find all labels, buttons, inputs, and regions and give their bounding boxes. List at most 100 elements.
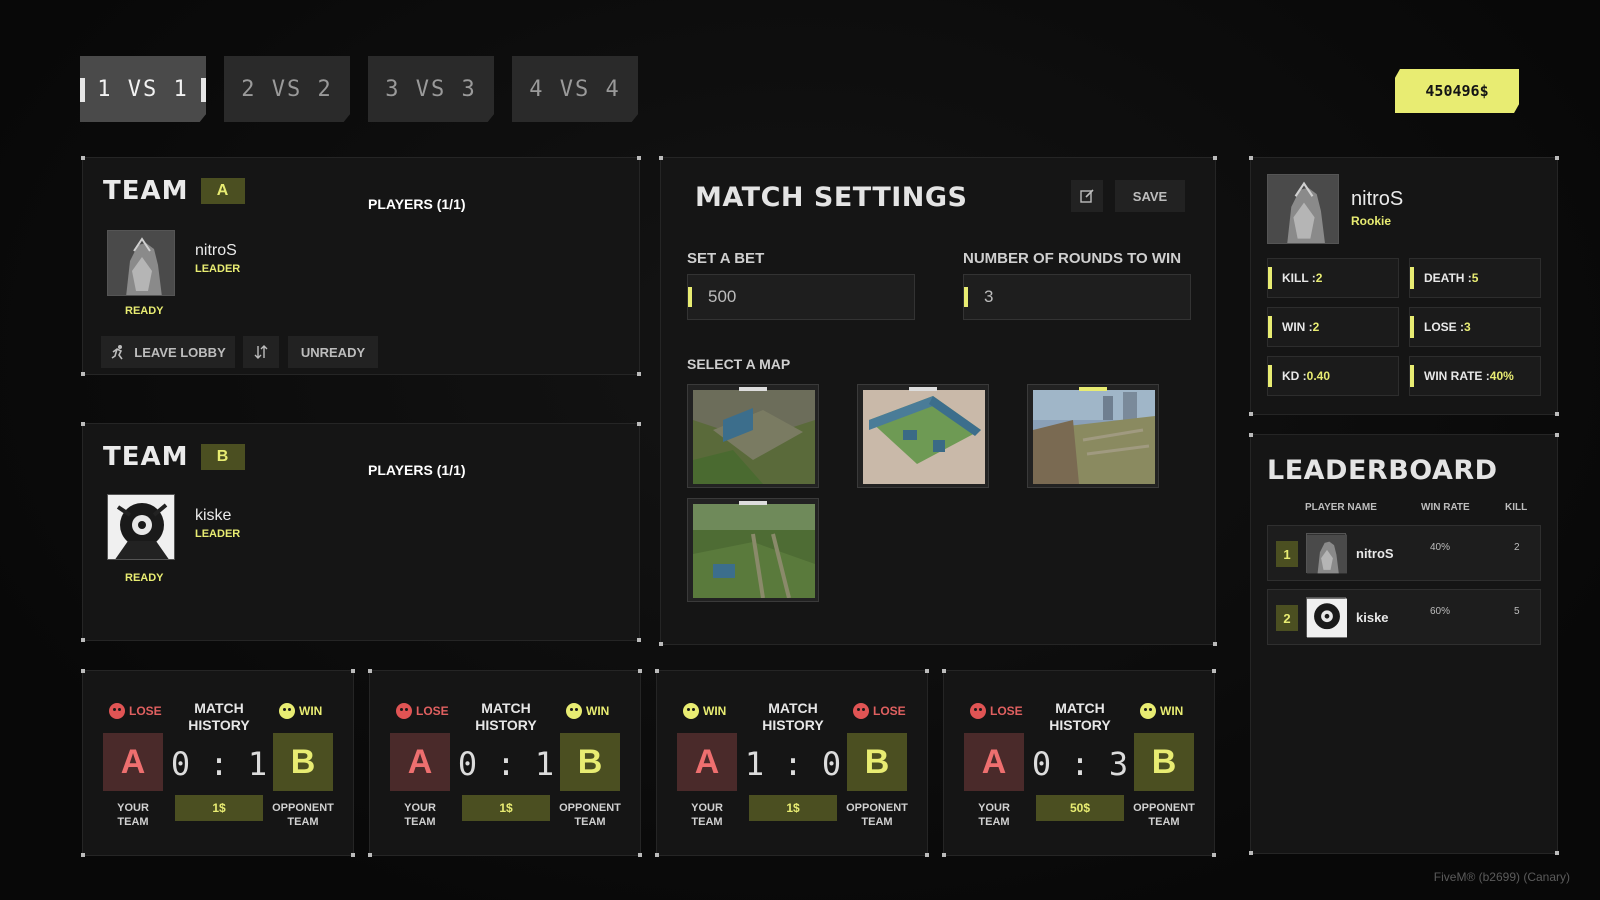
match-score: 1 : 0 bbox=[744, 745, 842, 783]
match-history-title: MATCH HISTORY bbox=[475, 700, 537, 733]
bet-input[interactable]: 500 bbox=[687, 274, 915, 320]
team-a-box: A bbox=[677, 733, 737, 791]
leaderboard-rank: 2 bbox=[1276, 605, 1298, 631]
result-right: LOSE bbox=[853, 703, 906, 719]
happy-face-icon bbox=[683, 703, 699, 719]
your-team-label: YOUR TEAM bbox=[404, 802, 436, 828]
leave-lobby-label: LEAVE LOBBY bbox=[134, 344, 226, 360]
map-option-1[interactable] bbox=[687, 384, 819, 488]
opponent-team-label: OPPONENT TEAM bbox=[272, 802, 334, 828]
stat-win: WIN : 2 bbox=[1267, 307, 1399, 347]
team-b-player-role: LEADER bbox=[195, 528, 241, 540]
leaderboard-header-rate: WIN RATE bbox=[1421, 502, 1470, 513]
happy-face-icon bbox=[566, 703, 582, 719]
map-option-2[interactable] bbox=[857, 384, 989, 488]
rounds-input[interactable]: 3 bbox=[963, 274, 1191, 320]
mode-tab-2v2[interactable]: 2 VS 2 bbox=[224, 56, 350, 122]
team-b-badge: B bbox=[200, 444, 245, 470]
mode-tab-4v4[interactable]: 4 VS 4 bbox=[512, 56, 638, 122]
match-score: 0 : 3 bbox=[1031, 745, 1129, 783]
leaderboard-kill: 5 bbox=[1514, 606, 1520, 617]
team-a-box: A bbox=[964, 733, 1024, 791]
result-left: LOSE bbox=[970, 703, 1023, 719]
leaderboard-rank: 1 bbox=[1276, 541, 1298, 567]
mode-tab-3v3[interactable]: 3 VS 3 bbox=[368, 56, 494, 122]
team-a-ready-status: READY bbox=[125, 305, 164, 317]
leaderboard-win-rate: 40% bbox=[1430, 542, 1451, 553]
team-a-badge: A bbox=[200, 178, 245, 204]
team-b-box: B bbox=[1134, 733, 1194, 791]
happy-face-icon bbox=[279, 703, 295, 719]
stat-lose: LOSE : 3 bbox=[1409, 307, 1541, 347]
match-history-card: WIN MATCH HISTORY LOSE A 1 : 0 B 1$ YOUR T… bbox=[655, 669, 929, 857]
avatar bbox=[107, 494, 175, 560]
leaderboard-header-name: PLAYER NAME bbox=[1305, 502, 1377, 513]
match-settings-title: MATCH SETTINGS bbox=[695, 182, 968, 213]
stat-win-rate: WIN RATE : 40% bbox=[1409, 356, 1541, 396]
result-right: WIN bbox=[566, 703, 609, 719]
rounds-label: NUMBER OF ROUNDS TO WIN bbox=[963, 250, 1182, 267]
happy-face-icon bbox=[1140, 703, 1156, 719]
stat-kd: KD : 0.40 bbox=[1267, 356, 1399, 396]
save-button[interactable]: SAVE bbox=[1115, 180, 1185, 212]
team-a-player-name: nitroS bbox=[195, 242, 237, 259]
leaderboard-player-name: kiske bbox=[1356, 610, 1389, 625]
sad-face-icon bbox=[853, 703, 869, 719]
profile-rank: Rookie bbox=[1351, 214, 1392, 228]
stat-death: DEATH : 5 bbox=[1409, 258, 1541, 298]
profile-name: nitroS bbox=[1351, 188, 1404, 210]
map-label: SELECT A MAP bbox=[687, 356, 791, 372]
match-settings-panel: MATCH SETTINGS SAVE SET A BET 500 NUMBER… bbox=[659, 156, 1217, 646]
mode-tab-1v1[interactable]: 1 VS 1 bbox=[80, 56, 206, 122]
avatar bbox=[1267, 174, 1339, 244]
team-a-box: A bbox=[103, 733, 163, 791]
match-history-title: MATCH HISTORY bbox=[1049, 700, 1111, 733]
team-b-players-count: PLAYERS (1/1) bbox=[368, 462, 466, 478]
profile-panel: nitroS Rookie KILL : 2 DEATH : 5 WIN : 2… bbox=[1249, 156, 1559, 416]
match-bet: 1$ bbox=[749, 795, 837, 821]
match-score: 0 : 1 bbox=[457, 745, 555, 783]
leave-lobby-button[interactable]: LEAVE LOBBY bbox=[101, 336, 235, 368]
balance-badge: 450496$ bbox=[1395, 69, 1519, 113]
result-right: WIN bbox=[279, 703, 322, 719]
match-bet: 1$ bbox=[175, 795, 263, 821]
opponent-team-label: OPPONENT TEAM bbox=[559, 802, 621, 828]
team-a-title: TEAM bbox=[103, 176, 189, 206]
team-b-panel: TEAM B PLAYERS (1/1) kiske LEADER READY bbox=[81, 422, 641, 642]
result-right-label: WIN bbox=[299, 704, 323, 718]
table-row[interactable]: 2 kiske 60% 5 bbox=[1267, 589, 1541, 645]
leaderboard-kill: 2 bbox=[1514, 542, 1520, 553]
match-history-card: LOSE MATCH HISTORY WIN A 0 : 3 B 50$ YOUR… bbox=[942, 669, 1216, 857]
leaderboard-player-name: nitroS bbox=[1356, 546, 1394, 561]
team-b-box: B bbox=[847, 733, 907, 791]
your-team-label: YOUR TEAM bbox=[691, 802, 723, 828]
match-history-card: LOSE MATCH HISTORY WIN A 0 : 1 B 1$ YOUR T… bbox=[368, 669, 642, 857]
sad-face-icon bbox=[396, 703, 412, 719]
fivem-version-label: FiveM® (b2699) (Canary) bbox=[1433, 870, 1570, 884]
result-left: LOSE bbox=[109, 703, 162, 719]
table-row[interactable]: 1 nitroS 40% 2 bbox=[1267, 525, 1541, 581]
match-bet: 1$ bbox=[462, 795, 550, 821]
team-b-box: B bbox=[560, 733, 620, 791]
result-right-label: LOSE bbox=[873, 704, 906, 718]
map-option-3[interactable] bbox=[1027, 384, 1159, 488]
avatar bbox=[1306, 597, 1347, 638]
sad-face-icon bbox=[970, 703, 986, 719]
swap-team-button[interactable] bbox=[243, 336, 279, 368]
swap-icon bbox=[254, 345, 268, 359]
result-left-label: WIN bbox=[703, 704, 727, 718]
avatar bbox=[1306, 533, 1347, 574]
map-option-4[interactable] bbox=[687, 498, 819, 602]
match-history-card: LOSE MATCH HISTORY WIN A 0 : 1 B 1$ YOUR T… bbox=[81, 669, 355, 857]
opponent-team-label: OPPONENT TEAM bbox=[846, 802, 908, 828]
team-b-player-name: kiske bbox=[195, 507, 232, 524]
team-a-panel: TEAM A PLAYERS (1/1) nitroS LEADER READY… bbox=[81, 156, 641, 376]
team-a-player-role: LEADER bbox=[195, 263, 241, 275]
sad-face-icon bbox=[109, 703, 125, 719]
unready-button[interactable]: UNREADY bbox=[288, 336, 378, 368]
run-icon bbox=[111, 345, 123, 360]
match-history-title: MATCH HISTORY bbox=[188, 700, 250, 733]
edit-button[interactable] bbox=[1071, 180, 1103, 212]
match-score: 0 : 1 bbox=[170, 745, 268, 783]
result-left-label: LOSE bbox=[129, 704, 162, 718]
